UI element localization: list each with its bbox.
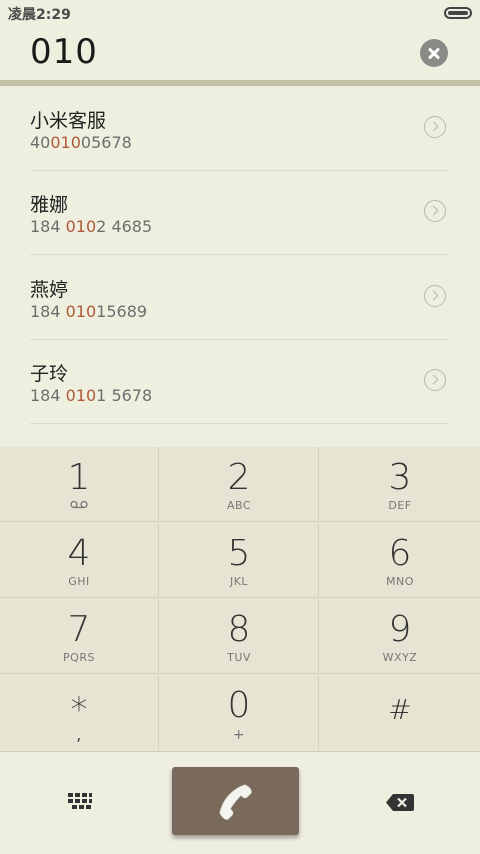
key-2[interactable]: 2 ABC (160, 447, 319, 522)
phone-icon (219, 784, 252, 820)
contact-name: 雅娜 (30, 194, 69, 216)
key-star[interactable]: * , (0, 675, 159, 751)
contact-name: 子玲 (30, 363, 69, 385)
key-hash[interactable]: # (320, 675, 480, 751)
contact-row[interactable]: 雅娜 184 0102 4685 (30, 170, 448, 255)
dial-input[interactable]: 010 (30, 32, 98, 72)
dial-keypad: 1 2 ABC 3 DEF 4 GHI 5 JKL 6 MNO 7 PQRS 8… (0, 447, 480, 751)
contact-row[interactable]: 小米客服 4001005678 (30, 86, 448, 171)
contact-suggestions: 小米客服 4001005678 雅娜 184 0102 4685 燕婷 184 … (0, 86, 480, 447)
contact-row[interactable]: 子玲 184 0101 5678 (30, 339, 448, 424)
battery-icon (444, 7, 472, 19)
contact-number: 184 0101 5678 (30, 386, 153, 405)
contact-name: 小米客服 (30, 110, 107, 132)
dial-input-area: 010 (0, 26, 480, 80)
contact-detail-icon[interactable] (424, 369, 446, 391)
contact-detail-icon[interactable] (424, 116, 446, 138)
voicemail-icon (0, 499, 158, 512)
clear-input-button[interactable] (420, 39, 448, 67)
contact-number: 184 0102 4685 (30, 217, 153, 236)
contact-detail-icon[interactable] (424, 200, 446, 222)
key-4[interactable]: 4 GHI (0, 523, 159, 598)
contact-number: 4001005678 (30, 133, 132, 152)
key-8[interactable]: 8 TUV (160, 599, 319, 674)
key-1[interactable]: 1 (0, 447, 159, 522)
contact-name: 燕婷 (30, 279, 69, 301)
key-6[interactable]: 6 MNO (320, 523, 480, 598)
key-0[interactable]: 0 + (160, 675, 319, 751)
dialpad-toggle-icon[interactable] (68, 793, 92, 811)
backspace-icon[interactable] (386, 794, 414, 811)
key-3[interactable]: 3 DEF (320, 447, 480, 522)
dialer-action-bar (0, 751, 480, 854)
key-7[interactable]: 7 PQRS (0, 599, 159, 674)
contact-detail-icon[interactable] (424, 285, 446, 307)
contact-number: 184 01015689 (30, 302, 148, 321)
call-button[interactable] (172, 767, 299, 835)
contact-row[interactable]: 燕婷 184 01015689 (30, 255, 448, 340)
status-bar: 凌晨2:29 (0, 0, 480, 26)
key-5[interactable]: 5 JKL (160, 523, 319, 598)
status-time: 凌晨2:29 (8, 7, 71, 23)
key-9[interactable]: 9 WXYZ (320, 599, 480, 674)
